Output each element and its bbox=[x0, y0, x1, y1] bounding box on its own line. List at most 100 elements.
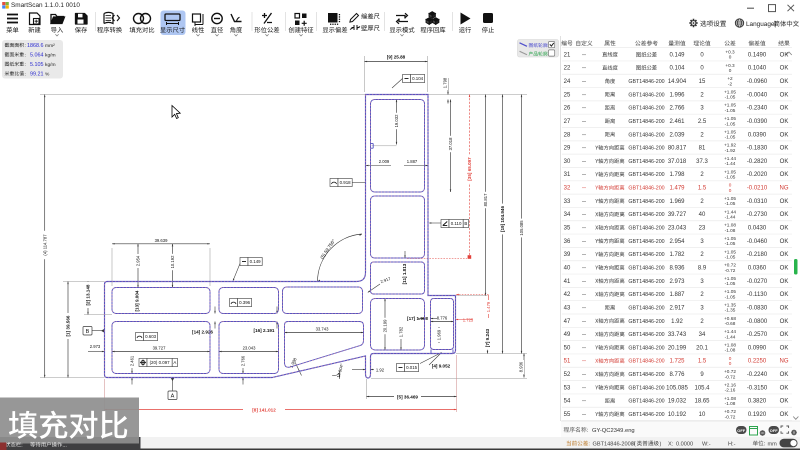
svg-text:1.479: 1.479 bbox=[669, 186, 685, 192]
svg-text:GBT14846-200: GBT14846-200 bbox=[628, 345, 664, 351]
svg-text:OK: OK bbox=[780, 92, 789, 98]
svg-text:36: 36 bbox=[564, 239, 571, 245]
svg-text:8.776: 8.776 bbox=[669, 372, 685, 378]
svg-text:GBT14846-200: GBT14846-200 bbox=[628, 226, 664, 232]
svg-text:-0.2020: -0.2020 bbox=[747, 172, 768, 178]
svg-text:H:-: H:- bbox=[728, 441, 736, 447]
svg-text:8.9: 8.9 bbox=[698, 265, 707, 271]
svg-text:-0.1130: -0.1130 bbox=[747, 292, 768, 298]
svg-text:8.936: 8.936 bbox=[669, 265, 685, 271]
svg-text:2.973: 2.973 bbox=[90, 344, 101, 349]
svg-text:OK: OK bbox=[780, 66, 789, 72]
svg-text:2.917: 2.917 bbox=[669, 305, 685, 311]
svg-text:--: -- bbox=[582, 199, 586, 205]
svg-text:39.639: 39.639 bbox=[155, 238, 168, 243]
svg-text:34: 34 bbox=[699, 332, 706, 338]
svg-text:--: -- bbox=[582, 399, 586, 405]
svg-text:8.936: 8.936 bbox=[519, 361, 524, 372]
svg-text:1.782: 1.782 bbox=[399, 326, 404, 337]
svg-text:105.4: 105.4 bbox=[694, 385, 710, 391]
svg-text:14.904: 14.904 bbox=[668, 79, 687, 85]
svg-text:-0.2570: -0.2570 bbox=[747, 332, 768, 338]
svg-text:1.5: 1.5 bbox=[698, 359, 707, 365]
svg-text:-0.1830: -0.1830 bbox=[747, 146, 768, 152]
svg-text:26: 26 bbox=[564, 106, 571, 112]
svg-text:40: 40 bbox=[699, 212, 706, 218]
svg-text:-1.05: -1.05 bbox=[725, 135, 736, 140]
svg-text:19.032: 19.032 bbox=[668, 399, 687, 405]
svg-text:X:: X: bbox=[668, 441, 674, 447]
svg-text:GBT14846-200: GBT14846-200 bbox=[628, 106, 664, 112]
svg-text:--: -- bbox=[582, 345, 586, 351]
svg-text:0: 0 bbox=[729, 68, 732, 73]
svg-text:OK: OK bbox=[780, 199, 789, 205]
svg-text:--: -- bbox=[582, 132, 586, 138]
svg-text:47: 47 bbox=[564, 319, 571, 325]
svg-text:-0.2180: -0.2180 bbox=[747, 252, 768, 258]
svg-text:NG: NG bbox=[780, 186, 789, 192]
svg-text:-0.0390: -0.0390 bbox=[747, 119, 768, 125]
svg-text:[9] 25.88: [9] 25.88 bbox=[387, 55, 406, 60]
svg-text:0.015: 0.015 bbox=[406, 365, 418, 370]
svg-text:GBT14846-200: GBT14846-200 bbox=[628, 186, 664, 192]
svg-text:mm²: mm² bbox=[45, 43, 55, 49]
svg-text:50: 50 bbox=[564, 345, 571, 351]
svg-text:GBT14846-200: GBT14846-200 bbox=[628, 305, 664, 311]
svg-text:20.1: 20.1 bbox=[696, 345, 708, 351]
svg-text:GBT14846-200: GBT14846-200 bbox=[628, 292, 664, 298]
svg-text:OFF: OFF bbox=[737, 428, 745, 433]
svg-text:A: A bbox=[173, 360, 176, 365]
svg-text:2.009: 2.009 bbox=[379, 159, 390, 164]
svg-text:-0.68: -0.68 bbox=[725, 321, 736, 326]
svg-text:5.105: 5.105 bbox=[30, 62, 44, 68]
svg-text:20.199: 20.199 bbox=[383, 319, 388, 332]
svg-text:0: 0 bbox=[729, 55, 732, 60]
svg-text:0.0360: 0.0360 bbox=[748, 265, 767, 271]
svg-text:24: 24 bbox=[564, 79, 571, 85]
svg-text:2.766: 2.766 bbox=[669, 106, 685, 112]
svg-text:1.782: 1.782 bbox=[669, 252, 685, 258]
svg-text:-1.05: -1.05 bbox=[725, 201, 736, 206]
svg-text:-0.0210: -0.0210 bbox=[747, 186, 768, 192]
svg-text:49: 49 bbox=[564, 332, 571, 338]
svg-text:GBT14846-200: GBT14846-200 bbox=[628, 385, 664, 391]
svg-text:OK: OK bbox=[780, 372, 789, 378]
svg-text:-2.16: -2.16 bbox=[725, 388, 736, 393]
svg-text:0: 0 bbox=[729, 361, 732, 366]
svg-text:OK: OK bbox=[780, 146, 789, 152]
svg-text:54: 54 bbox=[564, 399, 571, 405]
svg-text:1.969: 1.969 bbox=[437, 329, 442, 340]
svg-text:GBT14846-200: GBT14846-200 bbox=[628, 399, 664, 405]
svg-text:43: 43 bbox=[564, 305, 571, 311]
svg-text:GBT14846-200: GBT14846-200 bbox=[628, 199, 664, 205]
svg-text:B: B bbox=[86, 329, 90, 335]
svg-text:1.969: 1.969 bbox=[669, 199, 685, 205]
svg-text:GBT14846-200: GBT14846-200 bbox=[628, 146, 664, 152]
svg-text:kg/m: kg/m bbox=[45, 52, 56, 58]
svg-text:OK: OK bbox=[780, 212, 789, 218]
svg-text:--: -- bbox=[582, 239, 586, 245]
svg-text:GBT14846-200: GBT14846-200 bbox=[628, 172, 664, 178]
svg-text:Language|: Language| bbox=[746, 21, 776, 28]
svg-text:23.043: 23.043 bbox=[243, 346, 256, 351]
svg-text:1.798: 1.798 bbox=[669, 172, 685, 178]
svg-text:OK: OK bbox=[780, 79, 789, 85]
svg-text:OK: OK bbox=[780, 292, 789, 298]
svg-text:15: 15 bbox=[699, 79, 706, 85]
svg-text:-0.0310: -0.0310 bbox=[747, 199, 768, 205]
svg-text:--: -- bbox=[582, 106, 586, 112]
svg-text:-0.0460: -0.0460 bbox=[747, 239, 768, 245]
svg-text:2.973: 2.973 bbox=[669, 279, 685, 285]
svg-text:0.0390: 0.0390 bbox=[748, 132, 767, 138]
svg-text:%: % bbox=[45, 71, 50, 77]
svg-text:2.954: 2.954 bbox=[136, 255, 141, 266]
svg-text:OFF: OFF bbox=[770, 428, 778, 433]
svg-text:81: 81 bbox=[699, 146, 706, 152]
svg-text:0: 0 bbox=[729, 188, 732, 193]
svg-text:41: 41 bbox=[564, 279, 571, 285]
svg-text:1868.6: 1868.6 bbox=[27, 43, 44, 49]
svg-text:0.603: 0.603 bbox=[145, 334, 157, 339]
svg-text:--: -- bbox=[582, 305, 586, 311]
svg-text:51: 51 bbox=[564, 359, 571, 365]
svg-text::: : bbox=[25, 44, 26, 49]
